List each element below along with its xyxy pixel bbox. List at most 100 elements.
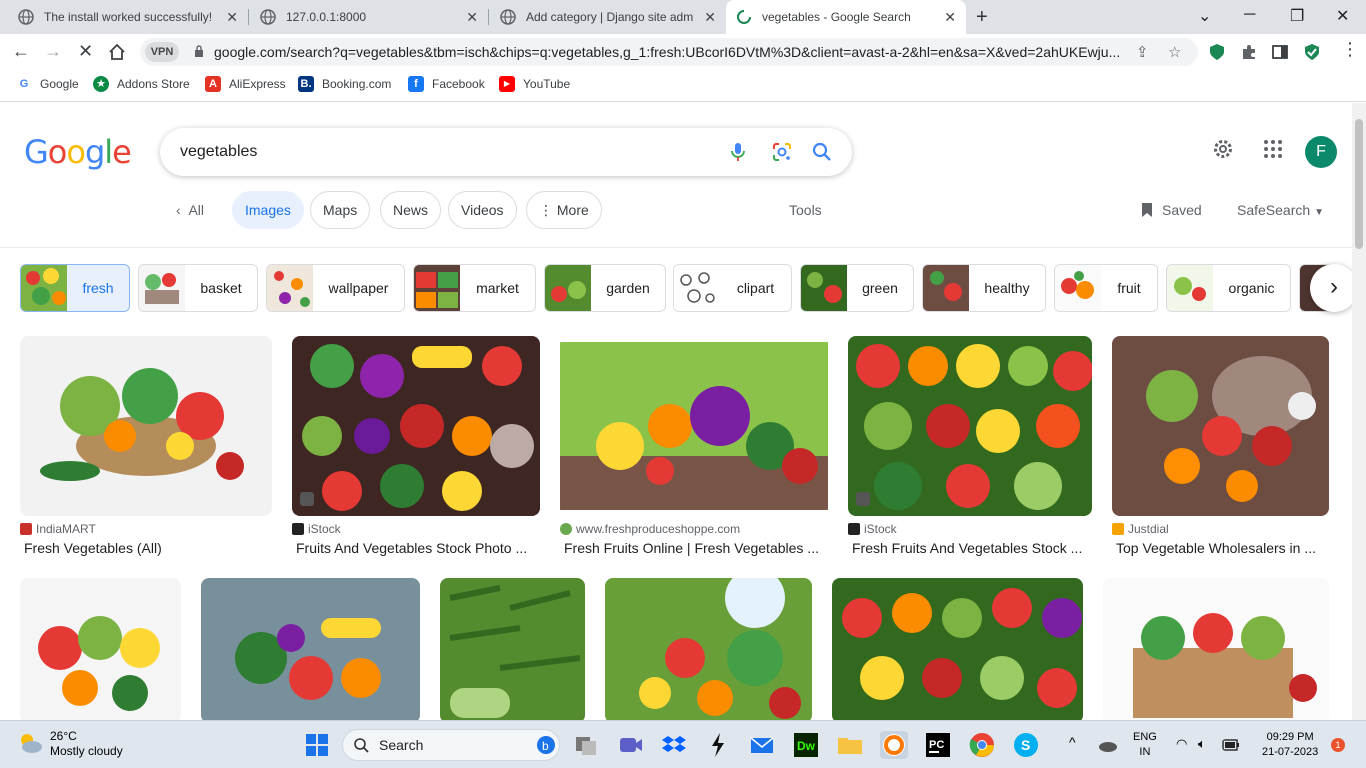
avast-browser-icon[interactable]	[880, 731, 908, 759]
chip-clipart[interactable]: clipart	[673, 264, 792, 312]
saved-button[interactable]: Saved	[1140, 202, 1202, 218]
result-image-row2-6[interactable]	[1103, 578, 1329, 720]
result-caption[interactable]: Top Vegetable Wholesalers in ...	[1116, 540, 1329, 556]
weather-widget[interactable]: 26°C Mostly cloudy	[16, 729, 123, 759]
stop-loading-icon[interactable]: ✕	[78, 41, 93, 62]
extensions-puzzle-icon[interactable]	[1240, 43, 1258, 61]
result-image-freshproduceshoppe[interactable]	[560, 336, 828, 516]
teams-meet-icon[interactable]	[616, 731, 644, 759]
close-tab-icon[interactable]: ✕	[466, 9, 478, 26]
tab-search-chevron-icon[interactable]: ⌄	[1198, 6, 1211, 26]
close-window-icon[interactable]: ✕	[1336, 6, 1349, 26]
result-caption[interactable]: Fruits And Vegetables Stock Photo ...	[296, 540, 540, 556]
chip-garden[interactable]: garden	[544, 264, 666, 312]
close-tab-icon[interactable]: ✕	[944, 9, 956, 26]
pycharm-icon[interactable]: PC	[924, 731, 952, 759]
tab-all[interactable]: ‹ All	[176, 202, 204, 218]
taskbar-search[interactable]: Search b	[342, 729, 560, 761]
side-panel-icon[interactable]	[1271, 43, 1289, 61]
tab-news[interactable]: News	[380, 191, 442, 229]
result-image-row2-3[interactable]	[440, 578, 585, 720]
chip-healthy[interactable]: healthy	[922, 264, 1046, 312]
microphone-icon[interactable]	[726, 140, 750, 164]
bookmark-addons-store[interactable]: ★ Addons Store	[93, 76, 190, 92]
restore-icon[interactable]: ❐	[1290, 6, 1304, 26]
bookmark-youtube[interactable]: ▶ YouTube	[499, 76, 570, 92]
share-icon[interactable]: ⇪	[1136, 43, 1149, 61]
result-image-row2-5[interactable]	[832, 578, 1083, 720]
tab-localhost[interactable]: 127.0.0.1:8000 ✕	[250, 0, 488, 34]
result-caption[interactable]: Fresh Vegetables (All)	[24, 540, 272, 556]
chip-organic[interactable]: organic	[1166, 264, 1291, 312]
image-result[interactable]: www.freshproduceshoppe.com Fresh Fruits …	[560, 336, 828, 562]
skype-icon[interactable]: S	[1012, 731, 1040, 759]
tab-django-install[interactable]: The install worked successfully! C ✕	[8, 0, 248, 34]
google-lens-icon[interactable]	[770, 140, 794, 164]
file-explorer-icon[interactable]	[836, 731, 864, 759]
result-source[interactable]: IndiaMART	[20, 522, 96, 536]
image-result[interactable]: IndiaMART Fresh Vegetables (All)	[20, 336, 272, 562]
new-tab-button[interactable]: +	[976, 6, 988, 29]
tab-maps[interactable]: Maps	[310, 191, 371, 229]
battery-icon[interactable]	[1222, 739, 1240, 751]
settings-gear-icon[interactable]	[1211, 137, 1235, 161]
chip-fresh[interactable]: fresh	[20, 264, 130, 312]
lock-icon[interactable]	[194, 45, 204, 57]
url-text[interactable]: google.com/search?q=vegetables&tbm=isch&…	[214, 44, 1124, 60]
result-image-indiamart[interactable]	[20, 336, 272, 516]
clock[interactable]: 09:29 PM 21-07-2023	[1262, 730, 1318, 760]
apps-grid-icon[interactable]	[1261, 137, 1285, 161]
image-result[interactable]: Justdial Top Vegetable Wholesalers in ..…	[1112, 336, 1329, 562]
onedrive-cloud-icon[interactable]	[1097, 735, 1119, 755]
bookmark-booking[interactable]: B. Booking.com	[298, 76, 391, 92]
result-image-istock-2[interactable]	[848, 336, 1092, 516]
chip-market[interactable]: market	[413, 264, 536, 312]
close-tab-icon[interactable]: ✕	[704, 9, 716, 26]
tab-more[interactable]: ⋮ More	[526, 191, 602, 229]
safesearch-button[interactable]: SafeSearch ▼	[1237, 202, 1324, 218]
chip-fruit[interactable]: fruit	[1054, 264, 1158, 312]
language-indicator[interactable]: ENG IN	[1133, 730, 1157, 760]
result-source[interactable]: www.freshproduceshoppe.com	[560, 522, 740, 536]
scrollbar-thumb[interactable]	[1355, 119, 1363, 249]
home-icon[interactable]	[108, 43, 126, 61]
bookmark-facebook[interactable]: f Facebook	[408, 76, 485, 92]
chip-green[interactable]: green	[800, 264, 914, 312]
security-check-icon[interactable]	[1303, 43, 1321, 61]
tab-google-search[interactable]: vegetables - Google Search ✕	[726, 0, 966, 34]
result-source[interactable]: iStock	[848, 522, 897, 536]
page-scrollbar[interactable]	[1352, 103, 1366, 720]
result-image-istock-1[interactable]	[292, 336, 540, 516]
google-logo[interactable]: Google	[24, 133, 132, 171]
chevron-right-icon[interactable]: ›	[1310, 264, 1352, 312]
menu-kebab-icon[interactable]: ⋮	[1341, 39, 1359, 60]
dropbox-icon[interactable]	[660, 731, 688, 759]
chrome-icon[interactable]	[968, 731, 996, 759]
tab-images[interactable]: Images	[232, 191, 304, 229]
wifi-icon[interactable]: ◠	[1176, 736, 1187, 751]
back-arrow-icon[interactable]: ←	[12, 41, 30, 62]
tools-button[interactable]: Tools	[789, 202, 822, 218]
task-view-icon[interactable]	[572, 731, 600, 759]
result-image-justdial[interactable]	[1112, 336, 1329, 516]
chip-wallpaper[interactable]: wallpaper	[266, 264, 405, 312]
dreamweaver-icon[interactable]: Dw	[792, 731, 820, 759]
result-image-row2-2[interactable]	[201, 578, 420, 720]
result-caption[interactable]: Fresh Fruits And Vegetables Stock ...	[852, 540, 1092, 556]
bookmark-google[interactable]: G Google	[16, 76, 79, 92]
result-image-row2-1[interactable]	[20, 578, 181, 720]
search-icon[interactable]	[810, 140, 834, 164]
close-tab-icon[interactable]: ✕	[226, 9, 238, 26]
tab-django-admin[interactable]: Add category | Django site admin ✕	[490, 0, 726, 34]
image-result[interactable]: iStock Fresh Fruits And Vegetables Stock…	[848, 336, 1092, 562]
windows-start-icon[interactable]	[303, 731, 331, 759]
result-source[interactable]: Justdial	[1112, 522, 1169, 536]
minimize-icon[interactable]: ─	[1244, 6, 1255, 24]
mail-icon[interactable]	[748, 731, 776, 759]
bolt-app-icon[interactable]	[704, 731, 732, 759]
chip-basket[interactable]: basket	[138, 264, 258, 312]
search-input[interactable]	[180, 140, 700, 164]
image-result[interactable]: iStock Fruits And Vegetables Stock Photo…	[292, 336, 540, 562]
tab-videos[interactable]: Videos	[448, 191, 517, 229]
notification-badge[interactable]: 1	[1331, 738, 1345, 752]
